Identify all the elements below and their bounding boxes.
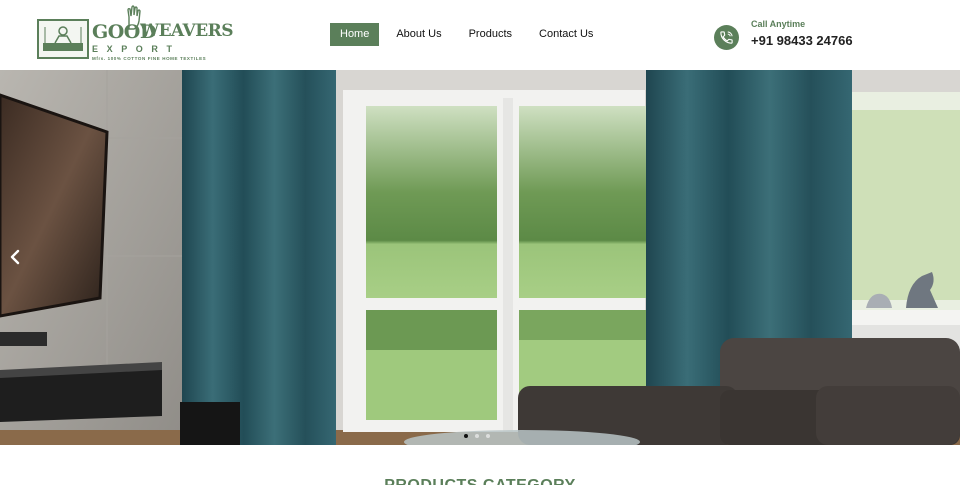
brand-tagline: Mfrs. 100% COTTON FINE HOME TEXTILES xyxy=(92,56,207,61)
slider-dot-1[interactable] xyxy=(464,434,468,438)
chevron-left-icon[interactable] xyxy=(6,246,24,268)
logo-emblem xyxy=(37,19,89,59)
brand-name-part2: WEAVERS xyxy=(140,21,234,41)
hero-image xyxy=(0,70,960,445)
section-title: PRODUCTS CATEGORY xyxy=(0,477,960,485)
slider-dots xyxy=(464,434,497,438)
slider-dot-3[interactable] xyxy=(486,434,490,438)
nav-home[interactable]: Home xyxy=(330,23,380,46)
call-label: Call Anytime xyxy=(751,19,806,29)
main-nav: Home About Us Products Contact Us xyxy=(330,23,610,46)
hero-slider xyxy=(0,70,960,445)
brand-logo[interactable]: GOOD WEAVERS EXPORT Mfrs. 100% COTTON FI… xyxy=(37,5,234,63)
nav-about-us[interactable]: About Us xyxy=(386,23,451,46)
phone-number[interactable]: +91 98433 24766 xyxy=(751,33,853,48)
site-header: GOOD WEAVERS EXPORT Mfrs. 100% COTTON FI… xyxy=(0,0,960,70)
phone-icon xyxy=(714,25,739,50)
brand-sub: EXPORT xyxy=(92,44,181,54)
nav-products[interactable]: Products xyxy=(459,23,522,46)
call-contact[interactable]: Call Anytime +91 98433 24766 xyxy=(714,18,894,52)
slider-dot-2[interactable] xyxy=(475,434,479,438)
nav-contact-us[interactable]: Contact Us xyxy=(529,23,603,46)
